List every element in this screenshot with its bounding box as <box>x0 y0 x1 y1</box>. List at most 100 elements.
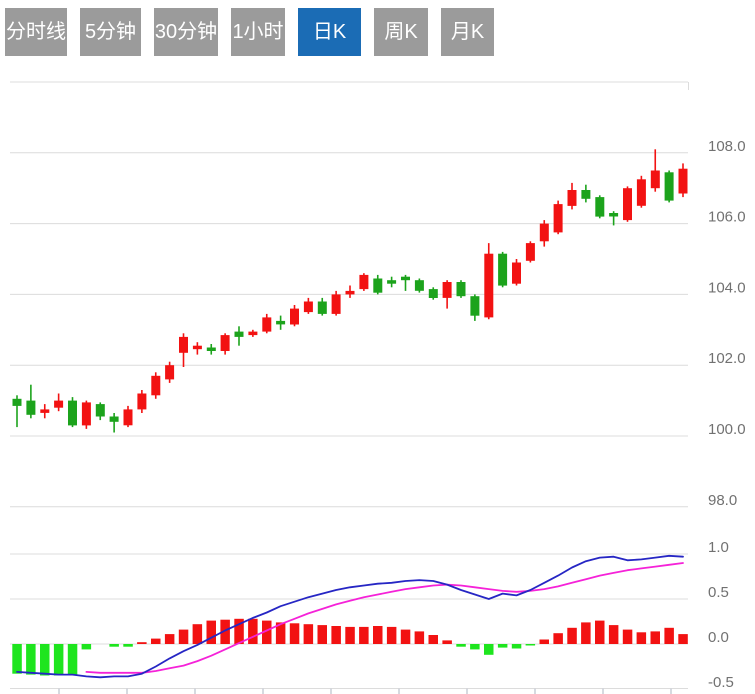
candle-body <box>26 401 35 415</box>
candle-body <box>470 296 479 316</box>
candle-body <box>165 365 174 379</box>
candle-body <box>637 179 646 206</box>
y-axis-label: 106.0 <box>708 209 746 226</box>
macd-bar <box>664 628 674 644</box>
tab-1hour[interactable]: 1小时 <box>231 8 285 56</box>
macd-bar <box>54 644 64 676</box>
macd-bar <box>68 644 78 675</box>
macd-bar <box>12 644 21 674</box>
macd-bar <box>401 630 411 644</box>
y-axis-label: 0.0 <box>708 629 729 646</box>
tab-30min[interactable]: 30分钟 <box>154 8 218 56</box>
candle-body <box>359 275 368 289</box>
y-axis-label: 98.0 <box>708 492 737 509</box>
candle-body <box>651 171 660 189</box>
y-axis-label: 104.0 <box>708 279 746 296</box>
tab-minute-line[interactable]: 分时线 <box>5 8 67 56</box>
tab-monthly-k[interactable]: 月K <box>441 8 494 56</box>
candle-body <box>415 280 424 291</box>
tab-daily-k[interactable]: 日K <box>298 8 361 56</box>
y-axis-label: 1.0 <box>708 539 729 556</box>
macd-bar <box>429 635 439 644</box>
candle-body <box>665 172 674 200</box>
macd-bar <box>373 626 383 644</box>
dea-line <box>86 563 683 673</box>
dif-line <box>17 556 683 678</box>
macd-bar <box>526 644 536 646</box>
candle-body <box>193 346 202 350</box>
candle-body <box>207 348 216 352</box>
macd-bar <box>151 639 161 644</box>
candle-body <box>554 204 563 232</box>
candle-body <box>623 188 632 220</box>
macd-bar <box>318 625 328 644</box>
macd-bar <box>345 627 355 644</box>
candle-body <box>332 294 341 314</box>
macd-bar <box>442 640 452 644</box>
macd-bar <box>637 632 647 644</box>
macd-bar <box>456 644 466 647</box>
y-axis-label: 100.0 <box>708 421 746 438</box>
candle-body <box>54 401 63 408</box>
macd-bar <box>40 644 50 676</box>
macd-bar <box>123 644 133 647</box>
candle-body <box>540 224 549 242</box>
candle-body <box>248 332 257 336</box>
candle-body <box>679 169 688 194</box>
candle-body <box>346 291 355 295</box>
candle-body <box>609 213 618 217</box>
macd-bar <box>304 624 314 644</box>
macd-bar <box>193 624 203 644</box>
candle-body <box>68 401 77 426</box>
macd-bar <box>595 621 605 644</box>
candle-body <box>276 321 285 325</box>
macd-bar <box>623 630 633 644</box>
candle-body <box>40 409 49 413</box>
macd-bar <box>498 644 508 648</box>
candle-body <box>318 302 327 314</box>
candle-body <box>96 404 105 416</box>
tab-5min[interactable]: 5分钟 <box>80 8 141 56</box>
macd-bar <box>470 644 480 649</box>
macd-bar <box>82 644 92 649</box>
y-axis-label: 0.5 <box>708 584 729 601</box>
macd-bar <box>248 619 258 644</box>
macd-bar <box>512 644 522 649</box>
macd-bar <box>359 627 369 644</box>
candle-body <box>221 335 230 351</box>
candle-body <box>304 302 313 313</box>
candle-body <box>429 289 438 298</box>
candle-body <box>110 417 119 422</box>
candle-body <box>581 190 590 199</box>
macd-bar <box>484 644 494 655</box>
macd-bar <box>678 634 688 644</box>
kline-chart[interactable]: 108.0106.0104.0102.0100.098.01.00.50.0-0… <box>0 0 755 694</box>
macd-bar <box>26 644 35 675</box>
candle-body <box>137 394 146 410</box>
macd-bar <box>567 628 577 644</box>
y-axis-label: 102.0 <box>708 350 746 367</box>
candle-body <box>373 279 382 293</box>
candle-body <box>595 197 604 217</box>
candle-body <box>484 254 493 318</box>
candle-body <box>457 282 466 296</box>
macd-bar <box>137 642 147 644</box>
y-axis-label: 108.0 <box>708 138 746 155</box>
macd-bar <box>540 640 550 645</box>
macd-bar <box>331 626 341 644</box>
macd-bar <box>415 631 425 644</box>
macd-bar <box>651 631 661 644</box>
macd-bar <box>387 627 397 644</box>
candle-body <box>290 309 299 325</box>
candle-body <box>443 282 452 298</box>
candle-body <box>498 254 507 286</box>
tab-weekly-k[interactable]: 周K <box>374 8 428 56</box>
macd-bar <box>207 621 217 644</box>
period-toolbar: 分时线 5分钟 30分钟 1小时 日K 周K 月K <box>5 8 494 56</box>
candle-body <box>387 280 396 284</box>
macd-bar <box>553 633 563 644</box>
candle-body <box>262 317 271 331</box>
macd-bar <box>290 623 300 644</box>
candle-body <box>151 376 160 396</box>
candle-body <box>235 332 244 337</box>
